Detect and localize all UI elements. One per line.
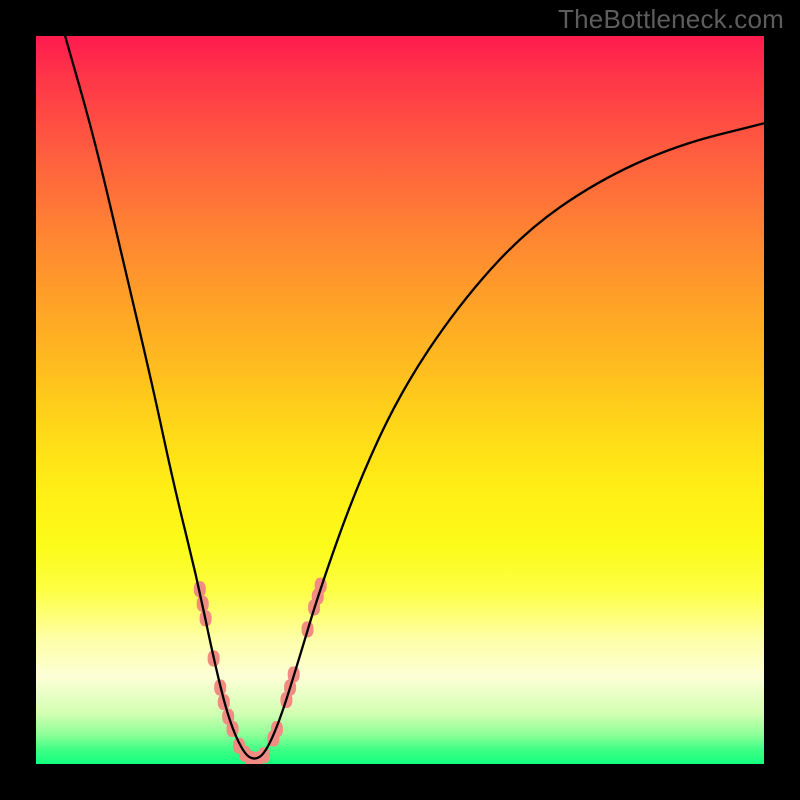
chart-svg bbox=[36, 36, 764, 764]
highlight-point bbox=[258, 747, 270, 763]
watermark-text: TheBottleneck.com bbox=[558, 4, 784, 35]
plot-area bbox=[36, 36, 764, 764]
curve-path bbox=[65, 36, 764, 759]
highlighted-points-group bbox=[194, 578, 327, 764]
chart-frame: TheBottleneck.com bbox=[0, 0, 800, 800]
